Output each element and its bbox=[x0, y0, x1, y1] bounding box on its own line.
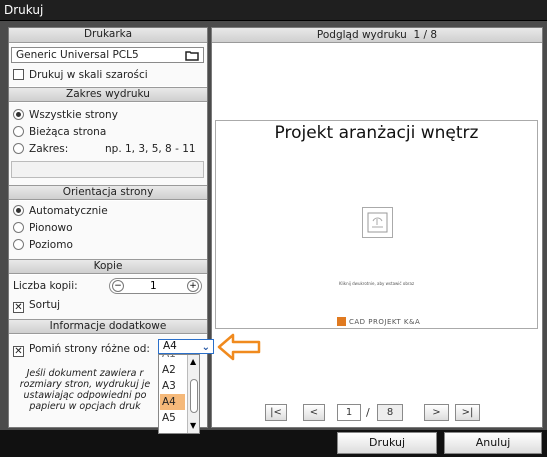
preview-title: Podgląd wydruku bbox=[316, 29, 407, 41]
skip-pages-label: Pomiń strony różne od: bbox=[29, 343, 150, 355]
cancel-button[interactable]: Anuluj bbox=[444, 432, 542, 454]
print-dialog: Drukuj Drukarka Generic Universal PCL5 D… bbox=[0, 0, 547, 457]
grayscale-option[interactable]: Drukuj w skali szarości bbox=[13, 69, 148, 81]
page-separator: / bbox=[366, 406, 370, 419]
orientation-landscape-label: Poziomo bbox=[29, 239, 73, 251]
prev-page-button[interactable]: < bbox=[303, 404, 325, 421]
logo-icon bbox=[337, 317, 346, 326]
range-custom-label: Zakres: bbox=[29, 143, 69, 155]
copies-stepper[interactable]: − 1 + bbox=[109, 278, 202, 294]
radio-custom[interactable] bbox=[13, 143, 24, 154]
first-page-button[interactable]: |< bbox=[265, 404, 287, 421]
preview-page-indicator: 1 / 8 bbox=[413, 29, 438, 41]
printer-section: Generic Universal PCL5 Drukuj w skali sz… bbox=[9, 44, 207, 86]
radio-auto[interactable] bbox=[13, 205, 24, 216]
sort-checkbox[interactable]: ✕ bbox=[13, 302, 24, 313]
print-button[interactable]: Drukuj bbox=[337, 432, 437, 454]
skip-pages-checkbox[interactable]: ✕ bbox=[13, 346, 24, 357]
total-pages: 8 bbox=[377, 404, 403, 421]
preview-header: Podgląd wydruku 1 / 8 bbox=[212, 28, 542, 43]
copies-section: Liczba kopii: − 1 + ✕ Sortuj bbox=[9, 275, 207, 319]
range-header: Zakres wydruku bbox=[9, 87, 207, 102]
paper-size-list: A1 A2 A3 A4 A5 ▲ ▼ bbox=[158, 354, 200, 434]
plus-button[interactable]: + bbox=[187, 280, 199, 292]
copies-value[interactable]: 1 bbox=[150, 280, 157, 292]
orientation-auto-label: Automatycznie bbox=[29, 205, 108, 217]
skip-pages-option[interactable]: ✕ Pomiń strony różne od: bbox=[13, 343, 150, 357]
scroll-down-icon[interactable]: ▼ bbox=[190, 421, 196, 430]
dropdown-scrollbar[interactable]: ▲ ▼ bbox=[187, 355, 199, 433]
next-page-button[interactable]: > bbox=[424, 404, 449, 421]
preview-page: Projekt aranżacji wnętrz Kliknij dwukrot… bbox=[215, 120, 538, 329]
paper-option-a3[interactable]: A3 bbox=[160, 378, 185, 394]
orientation-section: Automatycznie Pionowo Poziomo bbox=[9, 201, 207, 259]
placeholder-text: Kliknij dwukrotnie, aby wstawić obraz bbox=[338, 281, 415, 286]
orientation-landscape-option[interactable]: Poziomo bbox=[13, 239, 73, 251]
paper-option-a5[interactable]: A5 bbox=[160, 410, 185, 432]
printer-select[interactable]: Generic Universal PCL5 bbox=[11, 47, 204, 63]
range-all-option[interactable]: Wszystkie strony bbox=[13, 109, 118, 121]
minus-button[interactable]: − bbox=[112, 280, 124, 292]
company-logo: CAD PROJEKT K&A bbox=[337, 317, 420, 326]
chevron-down-icon[interactable]: ⌄ bbox=[202, 341, 210, 354]
window-title: Drukuj bbox=[4, 3, 44, 17]
range-current-label: Bieżąca strona bbox=[29, 126, 107, 138]
grayscale-label: Drukuj w skali szarości bbox=[29, 69, 148, 81]
copies-header: Kopie bbox=[9, 259, 207, 274]
sort-option[interactable]: ✕ Sortuj bbox=[13, 299, 60, 313]
title-bar: Drukuj bbox=[0, 0, 547, 21]
paper-option-a1[interactable]: A1 bbox=[160, 355, 185, 362]
printer-name: Generic Universal PCL5 bbox=[16, 49, 139, 61]
radio-landscape[interactable] bbox=[13, 239, 24, 250]
logo-text: CAD PROJEKT K&A bbox=[349, 318, 421, 326]
note-line: Jeśli dokument zawiera r bbox=[26, 368, 144, 379]
image-placeholder-icon[interactable] bbox=[362, 207, 393, 238]
grayscale-checkbox[interactable] bbox=[13, 69, 24, 80]
note-line: papieru w opcjach druk bbox=[29, 401, 141, 412]
orientation-auto-option[interactable]: Automatycznie bbox=[13, 205, 108, 217]
range-all-label: Wszystkie strony bbox=[29, 109, 118, 121]
radio-all[interactable] bbox=[13, 109, 24, 120]
folder-icon[interactable] bbox=[185, 50, 199, 61]
current-page-input[interactable]: 1 bbox=[337, 404, 361, 421]
scroll-thumb[interactable] bbox=[190, 379, 198, 413]
copies-label: Liczba kopii: bbox=[13, 280, 78, 292]
radio-current[interactable] bbox=[13, 126, 24, 137]
paper-option-a2[interactable]: A2 bbox=[160, 362, 185, 378]
range-custom-input[interactable] bbox=[11, 161, 204, 178]
note-line: rozmiary stron, wydrukuj je bbox=[19, 379, 151, 390]
last-page-button[interactable]: >| bbox=[455, 404, 480, 421]
info-note: Jeśli dokument zawiera r rozmiary stron,… bbox=[13, 368, 157, 412]
paper-option-a4[interactable]: A4 bbox=[160, 394, 185, 410]
preview-panel: Podgląd wydruku 1 / 8 Projekt aranżacji … bbox=[211, 27, 543, 428]
extra-header: Informacje dodatkowe bbox=[9, 319, 207, 334]
range-custom-hint: np. 1, 3, 5, 8 - 11 bbox=[105, 143, 196, 155]
arrow-left-icon bbox=[217, 333, 261, 361]
radio-portrait[interactable] bbox=[13, 222, 24, 233]
range-section: Wszystkie strony Bieżąca strona Zakres: n… bbox=[9, 103, 207, 185]
range-custom-option[interactable]: Zakres: np. 1, 3, 5, 8 - 11 bbox=[13, 143, 203, 155]
sort-label: Sortuj bbox=[29, 299, 61, 311]
printer-header: Drukarka bbox=[9, 28, 207, 43]
paper-size-dropdown[interactable]: A4 ⌄ bbox=[158, 339, 214, 354]
orientation-header: Orientacja strony bbox=[9, 185, 207, 200]
paper-size-value: A4 bbox=[163, 340, 177, 352]
range-current-option[interactable]: Bieżąca strona bbox=[13, 126, 106, 138]
note-line: ustawiając odpowiedni po bbox=[23, 390, 147, 401]
orientation-portrait-label: Pionowo bbox=[29, 222, 73, 234]
page-title: Projekt aranżacji wnętrz bbox=[274, 123, 479, 143]
orientation-portrait-option[interactable]: Pionowo bbox=[13, 222, 73, 234]
scroll-up-icon[interactable]: ▲ bbox=[190, 357, 196, 366]
